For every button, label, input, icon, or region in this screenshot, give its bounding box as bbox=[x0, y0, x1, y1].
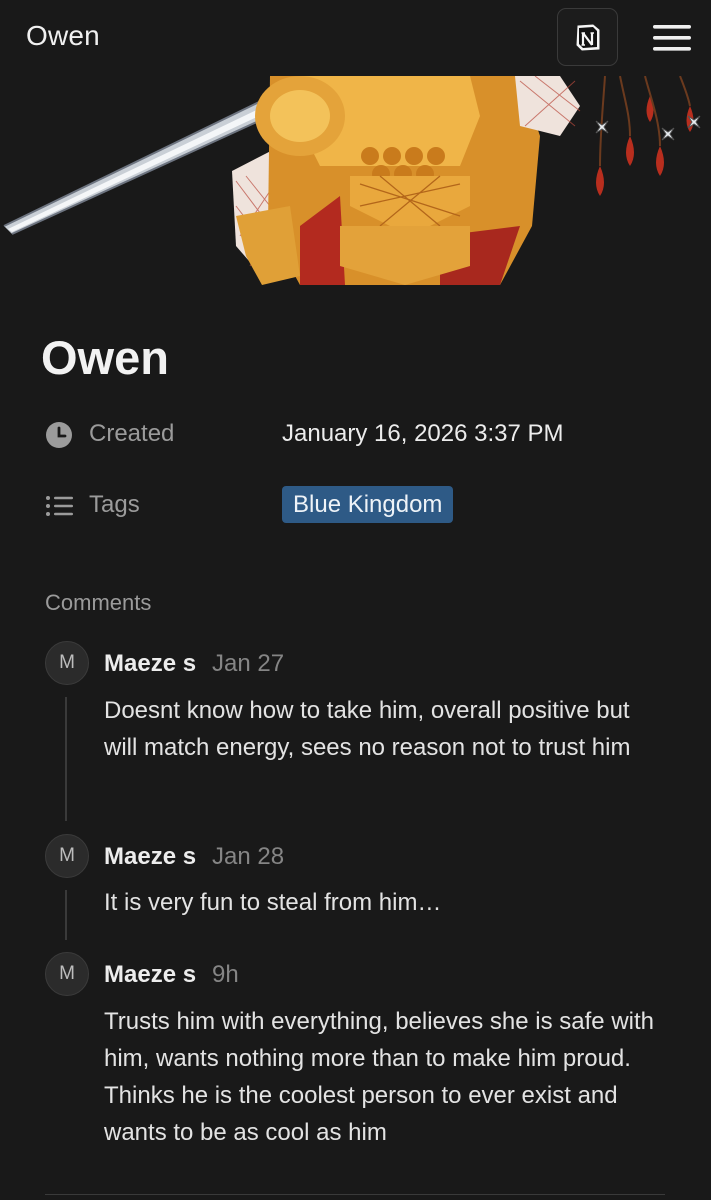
property-tags: Tags Blue Kingdom bbox=[44, 485, 684, 525]
comments-heading: Comments bbox=[45, 590, 152, 615]
comment-item: M Maeze s 9h Trusts him with everything,… bbox=[45, 952, 685, 1162]
armored-knight-cover-image bbox=[3, 76, 701, 285]
avatar[interactable]: M bbox=[45, 641, 89, 685]
clock-icon bbox=[46, 422, 72, 448]
comment-author: Maeze s bbox=[104, 961, 197, 988]
comment-date: Jan 28 bbox=[212, 843, 285, 870]
thread-line bbox=[65, 697, 67, 821]
comment-text: Trusts him with everything, believes she… bbox=[104, 1008, 654, 1146]
avatar[interactable]: M bbox=[45, 834, 89, 878]
thread-line bbox=[65, 890, 67, 940]
comment-text: It is very fun to steal from him… bbox=[104, 889, 442, 916]
avatar[interactable]: M bbox=[45, 952, 89, 996]
property-label-created: Created bbox=[89, 420, 175, 447]
header-title: Owen bbox=[26, 20, 100, 51]
notion-logo-icon bbox=[575, 24, 599, 51]
comment-date: 9h bbox=[212, 961, 239, 988]
tag-blue-kingdom[interactable]: Blue Kingdom bbox=[282, 486, 454, 523]
top-bar: Owen bbox=[0, 0, 711, 76]
notion-app-button[interactable] bbox=[557, 8, 618, 66]
page-title[interactable]: Owen bbox=[41, 330, 169, 385]
created-date-value: January 16, 2026 3:37 PM bbox=[282, 420, 564, 447]
comment-author: Maeze s bbox=[104, 650, 197, 677]
hamburger-menu-icon bbox=[653, 25, 691, 51]
comment-item: M Maeze s Jan 28 It is very fun to steal… bbox=[45, 834, 685, 944]
menu-button[interactable] bbox=[648, 14, 696, 62]
property-label-tags: Tags bbox=[89, 491, 140, 518]
comment-author: Maeze s bbox=[104, 843, 197, 870]
comment-date: Jan 27 bbox=[212, 650, 285, 677]
comment-text: Doesnt know how to take him, overall pos… bbox=[104, 697, 631, 761]
page: Owen Owen Created January 16, 2026 3:37 … bbox=[0, 0, 711, 1200]
comment-item: M Maeze s Jan 27 Doesnt know how to take… bbox=[45, 641, 685, 826]
list-icon bbox=[46, 496, 73, 516]
property-created: Created January 16, 2026 3:37 PM bbox=[44, 414, 684, 454]
cover-image[interactable] bbox=[0, 76, 711, 285]
divider bbox=[45, 1194, 665, 1195]
